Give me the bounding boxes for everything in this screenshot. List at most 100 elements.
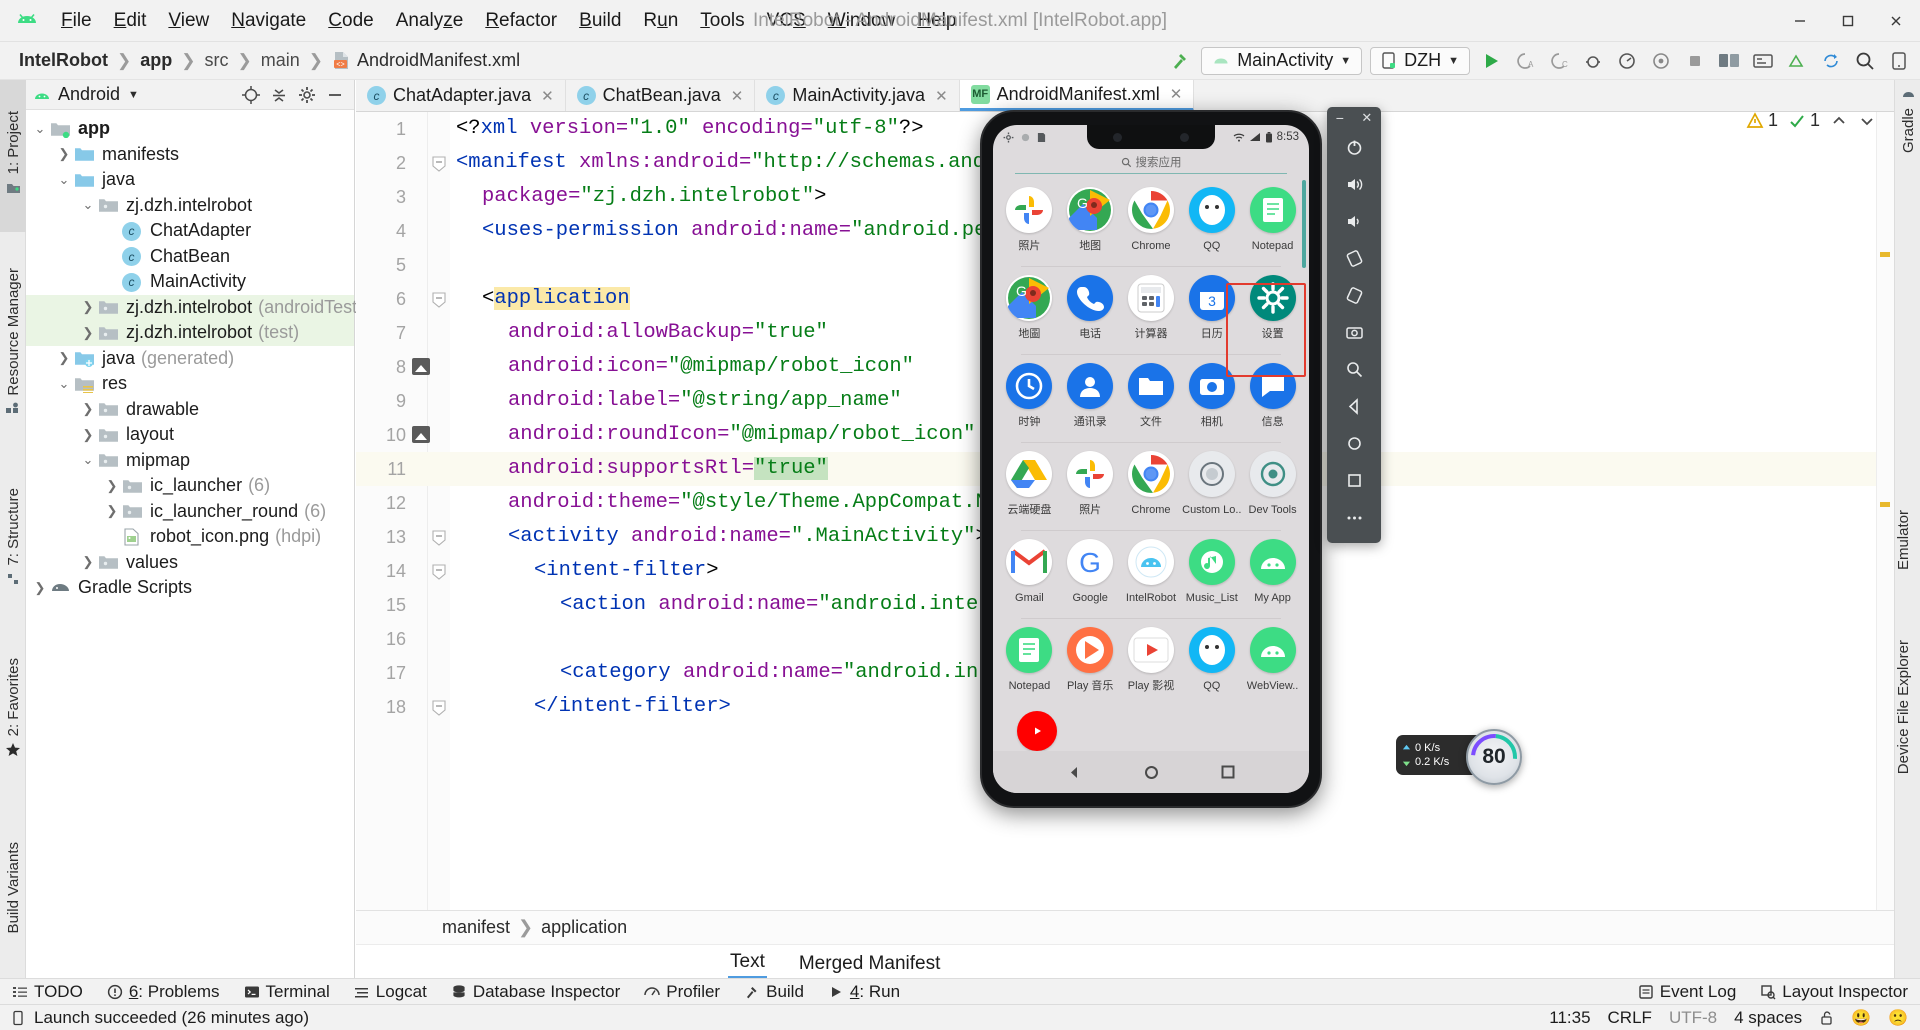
line-separator-indicator[interactable]: CRLF — [1608, 1008, 1652, 1028]
tree-twisty[interactable]: ❯ — [78, 401, 98, 417]
google-maps-icon[interactable]: G — [1006, 275, 1053, 321]
emulator-window[interactable]: 8:53 搜索应用 照片 G 地图 Chrome QQ Notepad G 地圖 电话 计算器 3 日… — [980, 110, 1322, 808]
rotate-left-icon[interactable] — [1334, 240, 1374, 277]
tree-node[interactable]: ❯ zj.dzh.intelrobot (androidTest) — [26, 294, 363, 320]
volume-down-icon[interactable] — [1334, 203, 1374, 240]
rotate-right-icon[interactable] — [1334, 277, 1374, 314]
google-drive-icon[interactable] — [1006, 451, 1053, 497]
image-preview-icon[interactable] — [412, 358, 430, 375]
youtube-icon[interactable] — [1017, 711, 1057, 751]
app-drawer-item[interactable]: 相机 — [1181, 355, 1242, 443]
run-icon[interactable] — [1476, 46, 1506, 76]
target-locate-icon[interactable] — [238, 82, 264, 108]
intelrobot-icon[interactable] — [1127, 539, 1174, 585]
minimize-button[interactable] — [1776, 0, 1824, 42]
menu-vcs[interactable]: VCS — [756, 6, 817, 36]
app-drawer-item[interactable]: 设置 — [1242, 267, 1303, 355]
app-drawer-item[interactable]: My App — [1242, 531, 1303, 619]
stop-icon[interactable] — [1680, 46, 1710, 76]
recents-square-icon[interactable] — [1221, 765, 1235, 779]
close-icon[interactable]: ✕ — [731, 87, 744, 105]
image-preview-icon[interactable] — [412, 426, 430, 443]
fold-toggle-icon[interactable] — [432, 156, 446, 172]
menu-build[interactable]: Build — [568, 6, 632, 36]
tree-twisty[interactable]: ❯ — [102, 478, 122, 494]
tab-text[interactable]: Text — [728, 948, 767, 979]
indent-indicator[interactable]: 4 spaces — [1734, 1008, 1802, 1028]
breadcrumb-item-file[interactable]: <> AndroidManifest.xml — [327, 50, 525, 71]
play-movies-icon[interactable] — [1127, 627, 1174, 673]
sidebar-item-emulator[interactable]: Emulator — [1895, 510, 1920, 570]
tool-button-terminal[interactable]: Terminal — [232, 982, 342, 1002]
tree-node[interactable]: ⌄ res — [26, 371, 354, 397]
hammer-build-icon[interactable] — [1165, 46, 1195, 76]
tree-twisty[interactable]: ❯ — [30, 580, 50, 596]
app-drawer-item[interactable]: 云端硬盘 — [999, 443, 1060, 531]
google-photos-icon[interactable] — [1006, 187, 1053, 233]
sidebar-item-build-variants[interactable]: Build Variants — [0, 800, 26, 975]
tool-button-event-log[interactable]: Event Log — [1626, 982, 1749, 1002]
breadcrumb-item-main[interactable]: main — [256, 50, 305, 71]
sync-gradle-icon[interactable] — [1816, 46, 1846, 76]
webview-icon[interactable] — [1249, 627, 1296, 673]
tree-node[interactable]: c ChatBean — [26, 244, 354, 270]
phone-icon[interactable] — [1067, 275, 1114, 321]
menu-edit[interactable]: Edit — [103, 6, 158, 36]
tree-node[interactable]: ❯ ic_launcher_round (6) — [26, 499, 354, 525]
tool-button-problems[interactable]: 6: Problems — [95, 982, 232, 1002]
next-issue-icon[interactable] — [1858, 112, 1876, 130]
device-selector[interactable]: DZH ▼ — [1370, 46, 1470, 75]
files-icon[interactable] — [1127, 363, 1174, 409]
tree-twisty[interactable]: ❯ — [54, 146, 74, 162]
sidebar-item-device-file-explorer[interactable]: Device File Explorer — [1895, 640, 1920, 774]
tree-twisty[interactable]: ⌄ — [78, 452, 98, 468]
menu-tools[interactable]: Tools — [689, 6, 755, 36]
encoding-indicator[interactable]: UTF-8 — [1669, 1008, 1717, 1028]
close-icon[interactable]: ✕ — [935, 87, 948, 105]
editor-tab[interactable]: MF AndroidManifest.xml ✕ — [959, 80, 1195, 111]
calendar-icon[interactable]: 3 — [1188, 275, 1235, 321]
menu-run[interactable]: Run — [632, 6, 689, 36]
tree-twisty[interactable]: ❯ — [78, 325, 98, 341]
status-crumb-manifest[interactable]: manifest — [442, 917, 510, 938]
sidebar-item-structure[interactable]: 7: Structure — [0, 460, 26, 620]
happy-face-icon[interactable]: 😃 — [1851, 1008, 1871, 1028]
zoom-icon[interactable] — [1334, 351, 1374, 388]
app-drawer-item[interactable]: Notepad — [999, 619, 1060, 707]
tab-merged-manifest[interactable]: Merged Manifest — [797, 950, 943, 978]
menu-navigate[interactable]: Navigate — [220, 6, 317, 36]
play-music-icon[interactable] — [1067, 627, 1114, 673]
notepad-icon[interactable] — [1006, 627, 1053, 673]
app-drawer-item[interactable]: Custom Lo.. — [1181, 443, 1242, 531]
tree-twisty[interactable]: ❯ — [102, 503, 122, 519]
messages-icon[interactable] — [1249, 363, 1296, 409]
app-drawer-item[interactable]: Chrome — [1121, 179, 1182, 267]
tree-node[interactable]: c ChatAdapter — [26, 218, 354, 244]
sidebar-item-gradle[interactable]: Gradle — [1895, 82, 1920, 153]
app-drawer-item[interactable]: QQ — [1181, 619, 1242, 707]
fold-toggle-icon[interactable] — [432, 530, 446, 546]
tool-button-todo[interactable]: TODO — [0, 982, 95, 1002]
hide-panel-icon[interactable] — [322, 82, 348, 108]
layout-inspector-icon[interactable] — [1782, 46, 1812, 76]
home-icon[interactable] — [1334, 425, 1374, 462]
more-icon[interactable] — [1334, 499, 1374, 536]
tree-node[interactable]: ❯ layout — [26, 422, 354, 448]
app-drawer-item[interactable]: 文件 — [1121, 355, 1182, 443]
app-drawer-item[interactable]: WebView.. — [1242, 619, 1303, 707]
app-drawer-item[interactable]: 3 日历 — [1181, 267, 1242, 355]
music-list-icon[interactable] — [1188, 539, 1235, 585]
app-drawer-item[interactable]: G Google — [1060, 531, 1121, 619]
menu-file[interactable]: File — [50, 6, 103, 36]
chrome-icon[interactable] — [1127, 451, 1174, 497]
settings-gear-icon[interactable] — [1249, 275, 1296, 321]
app-drawer-item[interactable]: Gmail — [999, 531, 1060, 619]
breadcrumb-item-src[interactable]: src — [200, 50, 234, 71]
custom-locale-icon[interactable] — [1188, 451, 1235, 497]
chevron-down-icon[interactable]: ▼ — [128, 89, 139, 101]
editor-tab[interactable]: c ChatAdapter.java ✕ — [356, 80, 566, 111]
tree-node[interactable]: robot_icon.png (hdpi) — [26, 524, 354, 550]
tree-node[interactable]: ❯ values — [26, 550, 354, 576]
contacts-icon[interactable] — [1067, 363, 1114, 409]
drawer-scrollbar[interactable] — [1302, 180, 1306, 268]
